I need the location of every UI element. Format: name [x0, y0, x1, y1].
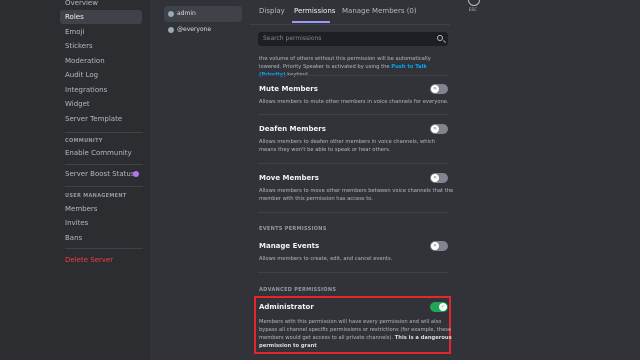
permission-title-mute-members: Mute Members: [259, 85, 318, 93]
role-editor-panel: Display Permissions Manage Members (0) E…: [250, 0, 640, 360]
sidebar-item-delete-server[interactable]: Delete Server: [60, 253, 142, 267]
permission-divider: [258, 75, 448, 76]
boost-gem-icon: [133, 171, 139, 177]
sidebar-item-bans[interactable]: Bans: [60, 231, 142, 245]
sidebar-item-moderation[interactable]: Moderation: [60, 54, 142, 68]
sidebar-item-audit-log[interactable]: Audit Log: [60, 68, 142, 82]
permission-title-manage-events: Manage Events: [259, 242, 320, 250]
toggle-x-icon: ✕: [431, 174, 439, 182]
toggle-x-icon: ✕: [431, 242, 439, 250]
permission-desc-administrator: Members with this permission will have e…: [259, 319, 452, 349]
permission-desc-move-members: Allows members to move other members bet…: [259, 188, 454, 202]
administrator-toggle[interactable]: ✓: [430, 302, 448, 312]
role-name: @everyone: [177, 26, 212, 33]
sidebar-item-stickers[interactable]: Stickers: [60, 39, 142, 53]
deafen-members-toggle[interactable]: ✕: [430, 124, 448, 134]
permission-divider: [258, 163, 448, 164]
active-tab-indicator: [292, 21, 330, 23]
permission-divider: [258, 272, 448, 273]
roles-list: admin @everyone: [150, 0, 250, 360]
sidebar-divider: [65, 164, 143, 165]
sidebar-divider: [65, 186, 143, 187]
search-permissions-input[interactable]: Search permissions: [258, 32, 448, 46]
mute-members-toggle[interactable]: ✕: [430, 84, 448, 94]
toggle-x-icon: ✕: [431, 125, 439, 133]
permission-desc-mute-members: Allows members to mute other members in …: [259, 99, 449, 105]
role-name: admin: [177, 10, 196, 17]
role-item-admin[interactable]: admin: [164, 6, 242, 22]
sidebar-item-enable-community[interactable]: Enable Community: [60, 146, 142, 160]
sidebar-item-integrations[interactable]: Integrations: [60, 83, 142, 97]
close-icon[interactable]: [468, 0, 480, 6]
sidebar-item-invites[interactable]: Invites: [60, 216, 142, 230]
sidebar-item-members[interactable]: Members: [60, 202, 142, 216]
sidebar-item-emoji[interactable]: Emoji: [60, 25, 142, 39]
sidebar-item-server-template[interactable]: Server Template: [60, 112, 142, 126]
sidebar-divider: [65, 248, 143, 249]
sidebar-header-user-management: USER MANAGEMENT: [65, 193, 127, 199]
move-members-toggle[interactable]: ✕: [430, 173, 448, 183]
permission-divider: [258, 212, 448, 213]
permission-desc-manage-events: Allows members to create, edit, and canc…: [259, 256, 393, 262]
tabs-divider: [250, 24, 450, 25]
sidebar-header-community: COMMUNITY: [65, 138, 103, 144]
esc-label: ESC: [469, 7, 477, 12]
role-item-everyone[interactable]: @everyone: [164, 22, 242, 38]
permission-desc-deafen-members: Allows members to deafen other members i…: [259, 139, 436, 153]
toggle-check-icon: ✓: [439, 303, 447, 311]
sidebar-divider: [65, 132, 143, 133]
settings-sidebar: Overview Roles Emoji Stickers Moderation…: [0, 0, 150, 360]
tab-manage-members[interactable]: Manage Members (0): [342, 7, 417, 15]
search-placeholder: Search permissions: [263, 35, 322, 42]
manage-events-toggle[interactable]: ✕: [430, 241, 448, 251]
section-header-advanced: ADVANCED PERMISSIONS: [259, 287, 337, 293]
permission-divider: [258, 114, 448, 115]
permission-title-administrator: Administrator: [259, 303, 314, 311]
search-icon: [437, 35, 443, 41]
sidebar-item-widget[interactable]: Widget: [60, 97, 142, 111]
role-color-dot: [168, 11, 174, 17]
role-color-dot: [168, 27, 174, 33]
toggle-x-icon: ✕: [431, 85, 439, 93]
tab-permissions[interactable]: Permissions: [294, 7, 335, 15]
permission-title-move-members: Move Members: [259, 174, 319, 182]
sidebar-item-server-boost-status[interactable]: Server Boost Status: [60, 167, 142, 181]
sidebar-item-overview[interactable]: Overview: [60, 0, 142, 10]
tab-display[interactable]: Display: [259, 7, 285, 15]
permission-title-deafen-members: Deafen Members: [259, 125, 326, 133]
sidebar-item-roles[interactable]: Roles: [60, 10, 142, 24]
section-header-events: EVENTS PERMISSIONS: [259, 226, 327, 232]
